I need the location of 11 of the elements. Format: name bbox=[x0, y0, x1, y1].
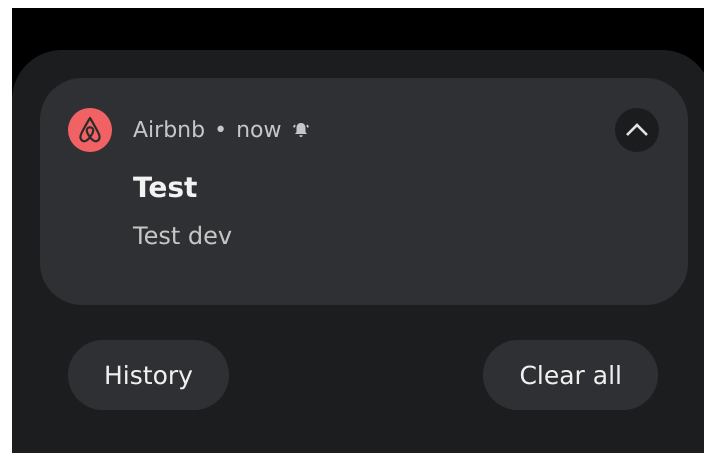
history-button[interactable]: History bbox=[68, 340, 229, 410]
notification-time: now bbox=[236, 118, 282, 142]
clear-all-button[interactable]: Clear all bbox=[483, 340, 658, 410]
notification-title: Test bbox=[133, 171, 198, 204]
notification-card[interactable]: Airbnb • now Test Test dev bbox=[40, 78, 688, 305]
app-name: Airbnb bbox=[133, 118, 206, 142]
app-logo-icon bbox=[68, 108, 112, 152]
bell-icon bbox=[291, 120, 312, 140]
notification-text: Test dev bbox=[133, 222, 234, 250]
collapse-button[interactable] bbox=[615, 108, 659, 152]
separator-dot: • bbox=[214, 118, 228, 142]
